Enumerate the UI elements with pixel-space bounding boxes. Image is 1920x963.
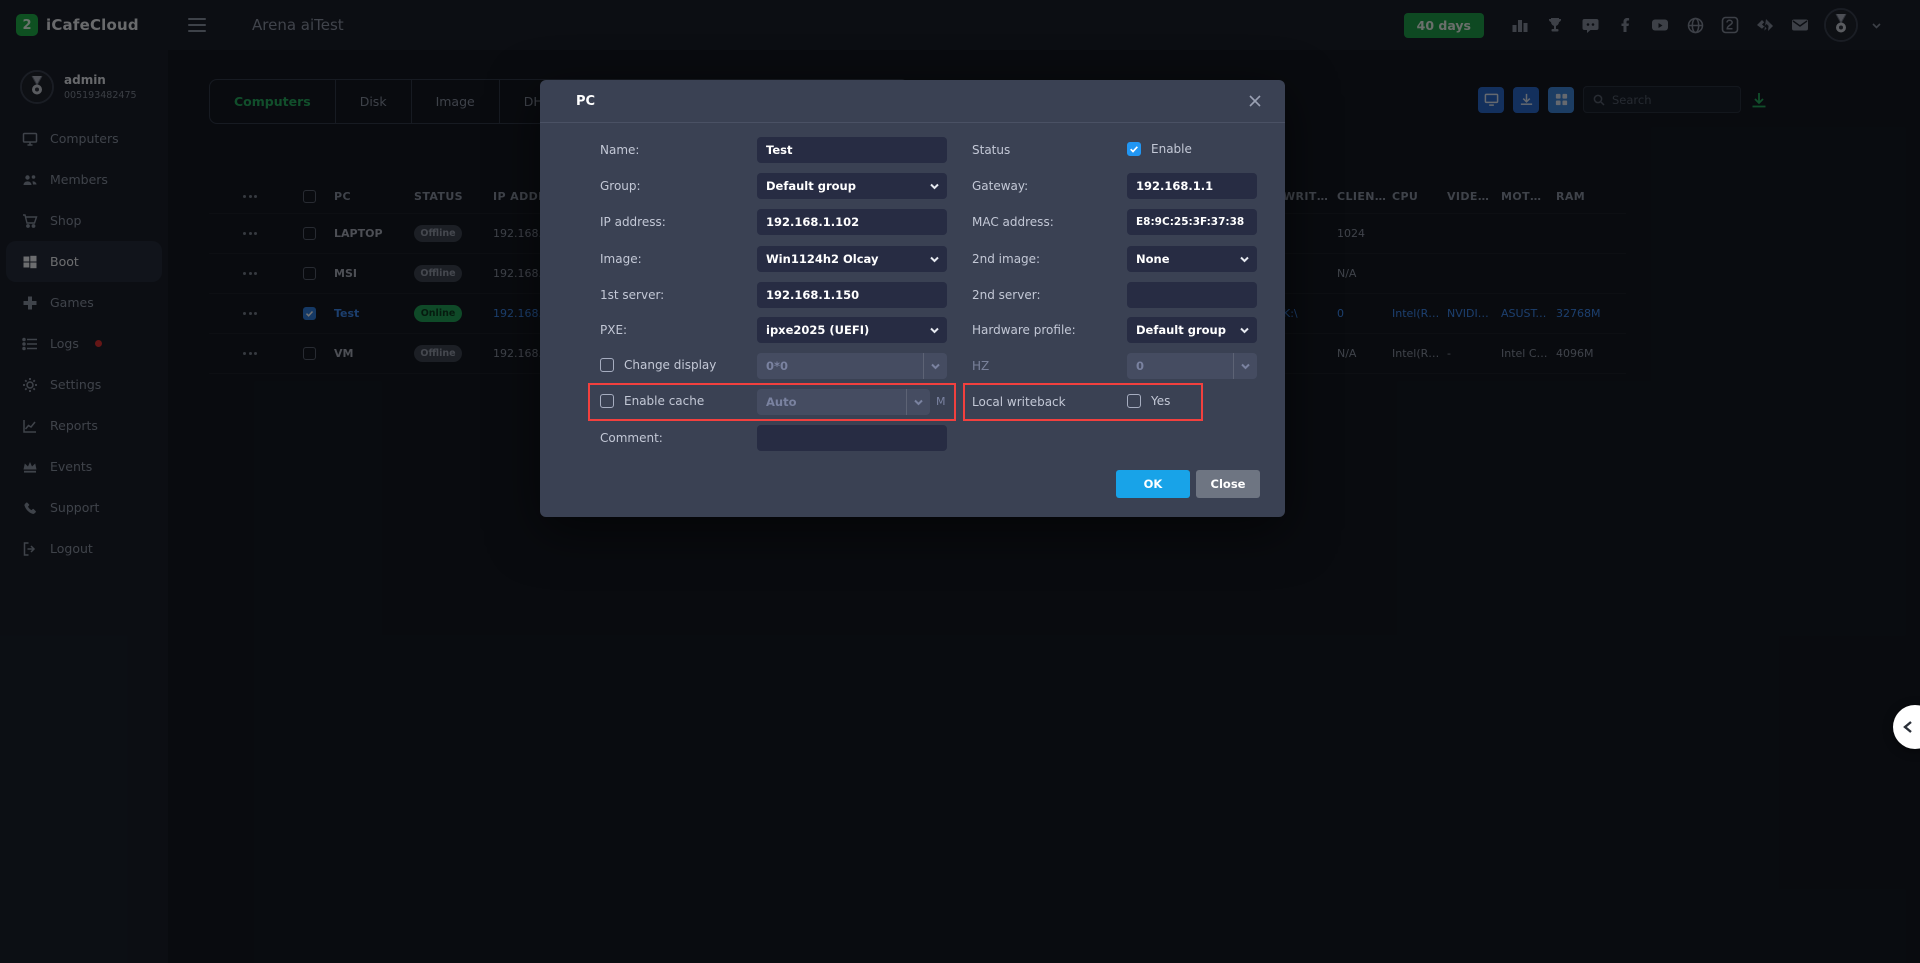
chevron-down-icon xyxy=(1240,256,1249,262)
hz-select: 0 xyxy=(1127,353,1257,379)
comment-label: Comment: xyxy=(600,431,663,445)
name-label: Name: xyxy=(600,143,640,157)
chevron-left-icon xyxy=(1903,721,1912,733)
group-select[interactable]: Default group xyxy=(757,173,947,199)
writeback-yes-checkbox[interactable] xyxy=(1127,394,1141,408)
mac-input[interactable]: E8:9C:25:3F:37:38 xyxy=(1127,209,1257,235)
cache-select-value: Auto xyxy=(766,395,797,409)
change-display-label: Change display xyxy=(624,358,717,372)
group-select-value: Default group xyxy=(766,179,856,193)
pxe-select-value: ipxe2025 (UEFI) xyxy=(766,323,870,337)
mac-label: MAC address: xyxy=(972,215,1054,229)
display-select-value: 0*0 xyxy=(766,359,789,373)
comment-input[interactable] xyxy=(757,425,947,451)
writeback-yes-row: Yes xyxy=(1127,394,1170,408)
hw-profile-select-value: Default group xyxy=(1136,323,1226,337)
server1-input[interactable]: 192.168.1.150 xyxy=(757,282,947,308)
image-select[interactable]: Win1124h2 Olcay xyxy=(757,246,947,272)
chevron-down-icon xyxy=(1233,353,1257,379)
server2-label: 2nd server: xyxy=(972,288,1041,302)
enable-cache-checkbox[interactable] xyxy=(600,394,614,408)
server2-input[interactable] xyxy=(1127,282,1257,308)
close-icon[interactable] xyxy=(1249,95,1261,107)
chevron-down-icon xyxy=(923,353,947,379)
chevron-down-icon xyxy=(1240,327,1249,333)
hw-profile-select[interactable]: Default group xyxy=(1127,317,1257,343)
chevron-down-icon xyxy=(930,256,939,262)
enable-checkbox-label: Enable xyxy=(1151,142,1192,156)
enable-cache-label: Enable cache xyxy=(624,394,705,408)
pxe-label: PXE: xyxy=(600,323,628,337)
status-enable-row: Enable xyxy=(1127,142,1192,156)
name-input[interactable]: Test xyxy=(757,137,947,163)
cache-select: Auto xyxy=(757,389,930,415)
ip-input[interactable]: 192.168.1.102 xyxy=(757,209,947,235)
local-writeback-label: Local writeback xyxy=(972,395,1066,409)
ok-button[interactable]: OK xyxy=(1116,470,1190,498)
modal-actions: OK Close xyxy=(1116,470,1260,498)
hz-label: HZ xyxy=(972,359,990,373)
chevron-down-icon xyxy=(906,389,930,415)
image2-label: 2nd image: xyxy=(972,252,1041,266)
cache-unit-suffix: M xyxy=(936,395,946,408)
image-select-value: Win1124h2 Olcay xyxy=(766,252,879,266)
group-label: Group: xyxy=(600,179,641,193)
image-label: Image: xyxy=(600,252,642,266)
server1-label: 1st server: xyxy=(600,288,665,302)
hw-profile-label: Hardware profile: xyxy=(972,323,1076,337)
chevron-down-icon xyxy=(930,327,939,333)
display-select: 0*0 xyxy=(757,353,947,379)
gateway-label: Gateway: xyxy=(972,179,1029,193)
ip-label: IP address: xyxy=(600,215,666,229)
close-button[interactable]: Close xyxy=(1196,470,1260,498)
enable-cache-row: Enable cache xyxy=(600,394,704,408)
writeback-yes-label: Yes xyxy=(1151,394,1171,408)
change-display-row: Change display xyxy=(600,358,716,372)
status-label: Status xyxy=(972,143,1011,157)
modal-title: PC xyxy=(576,93,596,109)
gateway-input[interactable]: 192.168.1.1 xyxy=(1127,173,1257,199)
hz-select-value: 0 xyxy=(1136,359,1145,373)
image2-select[interactable]: None xyxy=(1127,246,1257,272)
pxe-select[interactable]: ipxe2025 (UEFI) xyxy=(757,317,947,343)
enable-checkbox[interactable] xyxy=(1127,142,1141,156)
chevron-down-icon xyxy=(930,183,939,189)
change-display-checkbox[interactable] xyxy=(600,358,614,372)
pc-modal: PC Name: Test Status Enable Group: Defau… xyxy=(540,80,1285,517)
image2-select-value: None xyxy=(1136,252,1170,266)
modal-header: PC xyxy=(540,80,1285,123)
